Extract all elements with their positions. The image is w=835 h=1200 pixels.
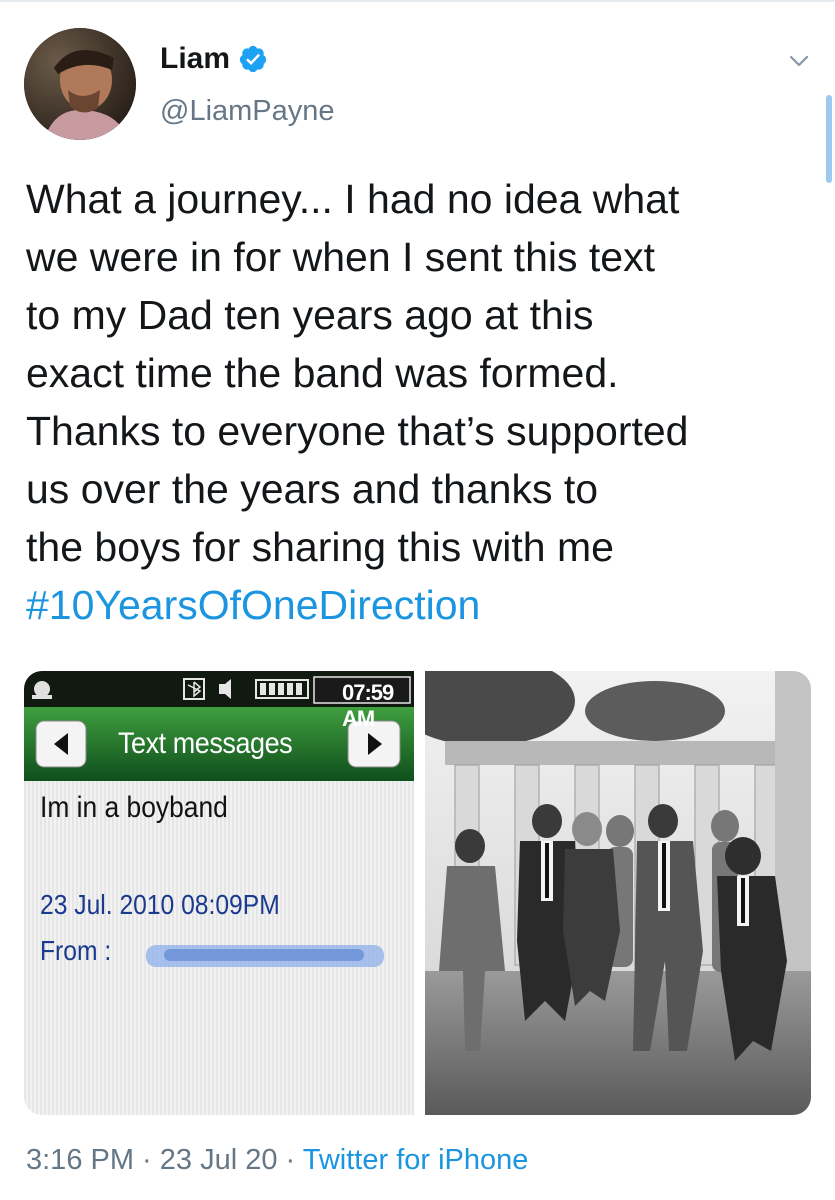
phone-message-from: From :: [40, 935, 112, 966]
tweet-line: us over the years and thanks to: [26, 466, 599, 512]
tweet-footer: 3:16 PM · 23 Jul 20 · Twitter for iPhone: [26, 1144, 528, 1177]
phone-status-time: 07:59 AM: [342, 680, 394, 731]
phone-message-body: Im in a boyband: [40, 791, 228, 824]
tweet-source-link[interactable]: Twitter for iPhone: [303, 1144, 529, 1176]
tweet-time[interactable]: 3:16 PM: [26, 1144, 134, 1176]
footer-separator: ·: [277, 1144, 303, 1176]
chevron-down-icon[interactable]: [786, 48, 812, 74]
phone-message-date: 23 Jul. 2010 08:09PM: [40, 889, 280, 920]
tweet-line: to my Dad ten years ago at this: [26, 292, 594, 338]
tweet-line: we were in for when I sent this text: [26, 234, 655, 280]
avatar[interactable]: [24, 28, 136, 140]
media-phone-screenshot[interactable]: 07:59 AM Text messages Im in a boyband 2…: [24, 671, 414, 1115]
top-divider: [0, 0, 835, 2]
media-band-photo[interactable]: [425, 671, 811, 1115]
tweet-line: What a journey... I had no idea what: [26, 176, 680, 222]
author-handle[interactable]: @LiamPayne: [160, 95, 335, 128]
tweet-line: exact time the band was formed.: [26, 350, 619, 396]
tweet-date[interactable]: 23 Jul 20: [160, 1144, 278, 1176]
band-photo-image: [425, 671, 811, 1115]
phone-header-title: Text messages: [118, 727, 293, 760]
author-name[interactable]: Liam: [160, 42, 230, 76]
avatar-image: [24, 28, 136, 140]
author-name-row[interactable]: Liam: [160, 42, 268, 76]
footer-separator: ·: [134, 1144, 160, 1176]
tweet-line: Thanks to everyone that’s supported: [26, 408, 689, 454]
tweet-text: What a journey... I had no idea what we …: [26, 170, 816, 634]
verified-badge-icon: [239, 45, 267, 73]
hashtag-link[interactable]: #10YearsOfOneDirection: [26, 576, 816, 634]
scrollbar-thumb[interactable]: [826, 95, 832, 183]
tweet-line: the boys for sharing this with me: [26, 524, 614, 570]
